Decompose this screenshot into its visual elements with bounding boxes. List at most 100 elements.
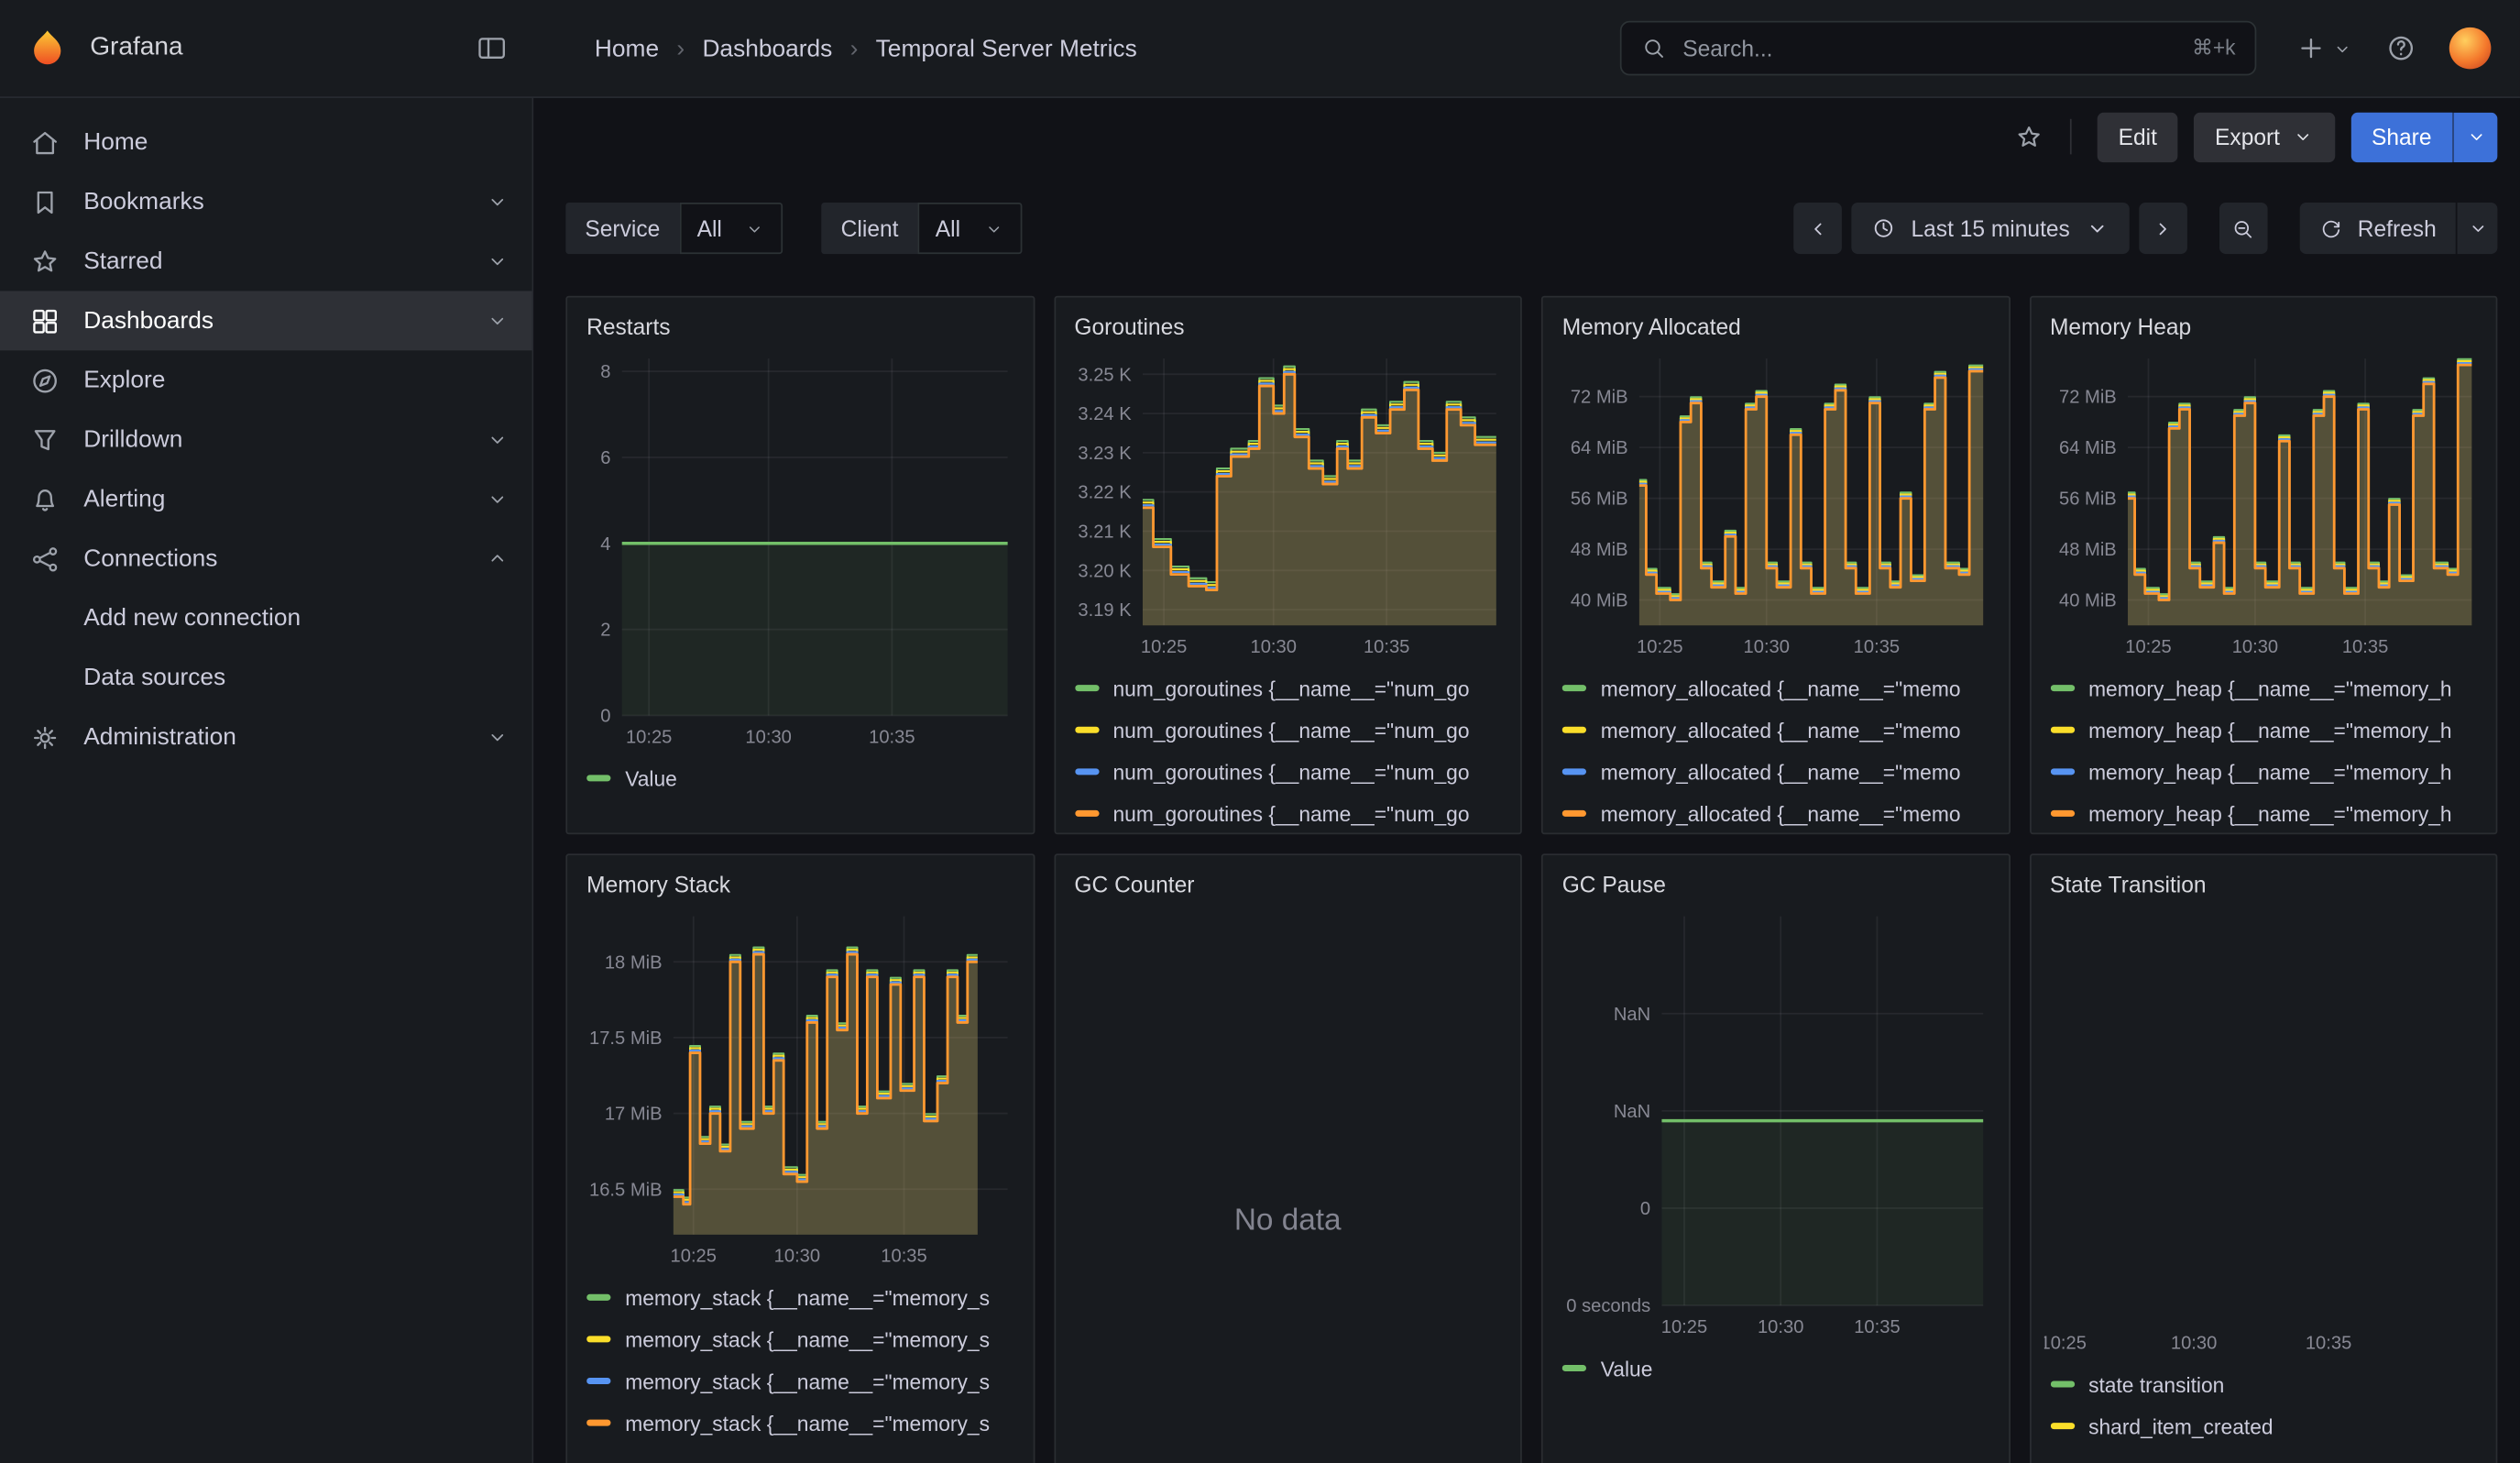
legend-item[interactable]: Value bbox=[586, 757, 1013, 799]
sidebar-toggle-icon[interactable] bbox=[476, 32, 508, 64]
svg-text:0: 0 bbox=[1640, 1199, 1650, 1219]
star-icon bbox=[2014, 121, 2044, 151]
sidebar-item-explore[interactable]: Explore bbox=[0, 350, 532, 410]
legend-item[interactable]: memory_heap {__name__="memory_h bbox=[2050, 667, 2477, 710]
legend-item[interactable]: num_goroutines {__name__="num_go bbox=[1074, 667, 1501, 710]
favorite-star-button[interactable] bbox=[2014, 121, 2044, 151]
panel-title[interactable]: GC Pause bbox=[1543, 855, 2009, 900]
grid-icon bbox=[29, 304, 61, 336]
help-button[interactable] bbox=[2385, 32, 2417, 64]
top-nav: Grafana Home›Dashboards›Temporal Server … bbox=[0, 0, 2520, 98]
legend: memory_heap {__name__="memory_hmemory_he… bbox=[2050, 667, 2477, 827]
breadcrumb-item[interactable]: Home bbox=[595, 35, 659, 62]
grafana-logo[interactable] bbox=[26, 27, 69, 70]
panel-title[interactable]: GC Counter bbox=[1055, 855, 1520, 900]
panel-title[interactable]: Restarts bbox=[567, 297, 1033, 342]
sidebar-item-alerting[interactable]: Alerting bbox=[0, 469, 532, 529]
sidebar-item-starred[interactable]: Starred bbox=[0, 232, 532, 292]
legend-item[interactable]: memory_allocated {__name__="memo bbox=[1562, 667, 1989, 710]
refresh-interval-button[interactable] bbox=[2456, 203, 2498, 254]
legend-item[interactable]: memory_stack {__name__="memory_s bbox=[586, 1318, 1013, 1360]
refresh-button[interactable]: Refresh bbox=[2300, 203, 2456, 254]
chevron-up-icon[interactable] bbox=[486, 546, 509, 570]
sidebar-item-data-sources[interactable]: Data sources bbox=[0, 648, 532, 708]
help-icon bbox=[2385, 32, 2417, 64]
sidebar-item-bookmarks[interactable]: Bookmarks bbox=[0, 172, 532, 232]
memory-heap-chart[interactable]: 72 MiB64 MiB56 MiB48 MiB40 MiB10:2510:30… bbox=[2043, 346, 2483, 661]
legend-item[interactable]: memory_heap {__name__="memory_h bbox=[2050, 709, 2477, 751]
service-variable-value[interactable]: All bbox=[679, 203, 783, 254]
panel-title[interactable]: Memory Allocated bbox=[1543, 297, 2009, 342]
chevron-down-icon[interactable] bbox=[486, 190, 509, 214]
legend-item[interactable]: shard_item_created bbox=[2050, 1405, 2477, 1447]
chevron-down-icon bbox=[2332, 38, 2353, 59]
legend-item[interactable]: num_goroutines {__name__="num_go bbox=[1074, 709, 1501, 751]
panel-title[interactable]: Memory Stack bbox=[567, 855, 1033, 900]
sidebar: HomeBookmarksStarredDashboardsExploreDri… bbox=[0, 96, 533, 1463]
share-menu-button[interactable] bbox=[2452, 112, 2497, 161]
svg-text:10:25: 10:25 bbox=[1637, 637, 1682, 657]
restarts-chart[interactable]: 8642010:2510:3010:35 bbox=[580, 346, 1020, 751]
legend-item[interactable]: num_goroutines {__name__="num_go bbox=[1074, 793, 1501, 827]
sidebar-item-drilldown[interactable]: Drilldown bbox=[0, 410, 532, 469]
legend: Value bbox=[1562, 1348, 1989, 1463]
sidebar-item-dashboards[interactable]: Dashboards bbox=[0, 291, 532, 350]
memory-allocated-chart[interactable]: 72 MiB64 MiB56 MiB48 MiB40 MiB10:2510:30… bbox=[1556, 346, 1996, 661]
gc-pause-chart[interactable]: NaNNaN00 seconds10:2510:3010:35 bbox=[1556, 904, 1996, 1341]
series-color-dash bbox=[1074, 727, 1098, 733]
svg-text:3.20 K: 3.20 K bbox=[1078, 561, 1132, 581]
client-variable-value[interactable]: All bbox=[918, 203, 1022, 254]
legend-item[interactable]: memory_allocated {__name__="memo bbox=[1562, 751, 1989, 793]
legend-item[interactable]: memory_allocated {__name__="memo bbox=[1562, 793, 1989, 827]
state-transition-chart[interactable]: 10:2510:3010:35 bbox=[2043, 904, 2483, 1358]
sidebar-item-connections[interactable]: Connections bbox=[0, 529, 532, 588]
legend-item[interactable]: memory_heap {__name__="memory_h bbox=[2050, 751, 2477, 793]
zoom-out-button[interactable] bbox=[2219, 203, 2268, 254]
svg-text:10:25: 10:25 bbox=[2124, 637, 2170, 657]
goroutines-chart[interactable]: 3.25 K3.24 K3.23 K3.22 K3.21 K3.20 K3.19… bbox=[1068, 346, 1507, 661]
chevron-down-icon[interactable] bbox=[486, 725, 509, 749]
time-range-picker[interactable]: Last 15 minutes bbox=[1852, 203, 2130, 254]
legend-item[interactable]: memory_heap {__name__="memory_h bbox=[2050, 793, 2477, 827]
panel-title[interactable]: Memory Heap bbox=[2031, 297, 2496, 342]
legend-item[interactable]: state transition bbox=[2050, 1363, 2477, 1405]
legend-item[interactable]: memory_stack {__name__="memory_s bbox=[586, 1277, 1013, 1319]
chevron-down-icon[interactable] bbox=[486, 487, 509, 511]
panel-goroutines: Goroutines 3.25 K3.24 K3.23 K3.22 K3.21 … bbox=[1054, 296, 1522, 835]
memory-stack-chart[interactable]: 18 MiB17.5 MiB17 MiB16.5 MiB10:2510:3010… bbox=[580, 904, 1020, 1270]
breadcrumb-item[interactable]: Temporal Server Metrics bbox=[876, 35, 1137, 62]
breadcrumb-item[interactable]: Dashboards bbox=[702, 35, 832, 62]
star-icon bbox=[29, 245, 61, 277]
chevron-down-icon[interactable] bbox=[486, 249, 509, 273]
legend-item[interactable]: Value bbox=[1562, 1348, 1989, 1390]
legend-item[interactable]: memory_stack {__name__="memory_s bbox=[586, 1360, 1013, 1402]
chevron-down-icon[interactable] bbox=[486, 309, 509, 333]
sidebar-item-administration[interactable]: Administration bbox=[0, 708, 532, 767]
breadcrumb: Home›Dashboards›Temporal Server Metrics bbox=[595, 35, 1137, 62]
svg-text:6: 6 bbox=[600, 448, 610, 468]
svg-text:72 MiB: 72 MiB bbox=[2058, 388, 2116, 408]
share-button[interactable]: Share bbox=[2350, 112, 2452, 161]
search-input[interactable]: Search... ⌘+k bbox=[1620, 21, 2257, 76]
avatar[interactable] bbox=[2449, 28, 2492, 70]
legend-item[interactable]: num_goroutines {__name__="num_go bbox=[1074, 751, 1501, 793]
no-data-message: No data bbox=[1055, 900, 1520, 1463]
panel-state-transition: State Transition 10:2510:3010:35 state t… bbox=[2029, 853, 2497, 1463]
panel-title[interactable]: State Transition bbox=[2031, 855, 2496, 900]
legend-item[interactable]: memory_stack {__name__="memory_s bbox=[586, 1402, 1013, 1444]
series-color-dash bbox=[586, 1378, 610, 1384]
sidebar-item-home[interactable]: Home bbox=[0, 113, 532, 172]
edit-button[interactable]: Edit bbox=[2098, 112, 2178, 161]
connections-icon bbox=[29, 543, 61, 575]
legend-item[interactable]: memory_allocated {__name__="memo bbox=[1562, 709, 1989, 751]
sidebar-item-add-new-connection[interactable]: Add new connection bbox=[0, 588, 532, 648]
svg-text:10:30: 10:30 bbox=[1744, 637, 1790, 657]
gear-icon bbox=[29, 721, 61, 754]
time-back-button[interactable] bbox=[1793, 203, 1842, 254]
chevron-down-icon[interactable] bbox=[486, 428, 509, 452]
time-forward-button[interactable] bbox=[2139, 203, 2187, 254]
panel-title[interactable]: Goroutines bbox=[1055, 297, 1520, 342]
compass-icon bbox=[29, 364, 61, 396]
new-button[interactable] bbox=[2295, 32, 2352, 64]
export-button[interactable]: Export bbox=[2194, 112, 2334, 161]
